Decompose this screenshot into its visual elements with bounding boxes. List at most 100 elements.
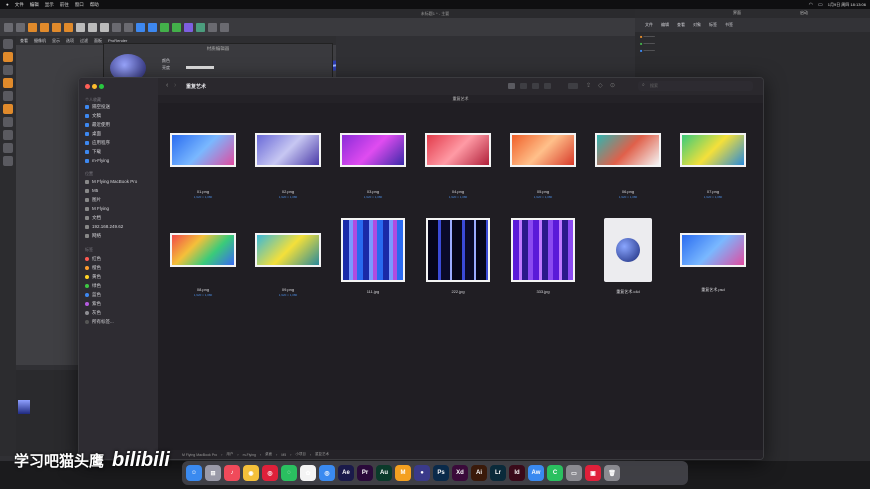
axis-icon[interactable] xyxy=(3,104,13,114)
tag-orange[interactable]: 橙色 xyxy=(85,265,101,271)
sidebar-item-desktop[interactable]: 桌面 xyxy=(85,131,101,137)
move-icon[interactable] xyxy=(40,22,49,32)
pen-icon[interactable] xyxy=(148,22,157,32)
file-item[interactable]: 02.png 1,920 × 1,080 xyxy=(253,133,323,199)
wifi-icon[interactable]: ◠ xyxy=(809,2,813,8)
obj-tab-objects[interactable]: 对象 xyxy=(693,18,701,32)
dock-aw-icon[interactable]: Aw xyxy=(528,465,544,481)
workplane-icon[interactable] xyxy=(3,130,13,140)
rotate-icon[interactable] xyxy=(64,22,73,32)
file-item[interactable]: 07.png 1,920 × 1,080 xyxy=(678,133,748,199)
viewport-menu-camera[interactable]: 摄像机 xyxy=(34,36,46,45)
select-icon[interactable] xyxy=(28,22,37,32)
dock-finder-icon[interactable]: ☺ xyxy=(186,465,202,481)
obj-tab-bookmarks[interactable]: 书签 xyxy=(725,18,733,32)
scene-icon[interactable] xyxy=(196,22,205,32)
camera-icon[interactable] xyxy=(208,22,217,32)
close-button[interactable] xyxy=(85,84,90,89)
tag-yellow[interactable]: 黄色 xyxy=(85,274,101,280)
file-item[interactable]: 01.png 1,920 × 1,080 xyxy=(168,133,238,199)
path-segment[interactable]: m-Flying xyxy=(243,453,256,457)
texture-icon[interactable] xyxy=(3,91,13,101)
tag-green[interactable]: 绿色 xyxy=(85,283,101,289)
obj-tab-file[interactable]: 文件 xyxy=(645,18,653,32)
render-view-icon[interactable] xyxy=(124,22,133,32)
dock--icon[interactable]: ▭ xyxy=(566,465,582,481)
share-icon[interactable]: ⇪ xyxy=(586,82,591,89)
path-segment[interactable]: M5 xyxy=(281,453,286,457)
object-row[interactable]: ■ ──── xyxy=(640,41,860,47)
sidebar-item-macbook[interactable]: M Flying MacBook Pro xyxy=(85,179,137,184)
apple-menu-icon[interactable]: ● xyxy=(6,2,9,7)
obj-tab-view[interactable]: 查看 xyxy=(677,18,685,32)
dock-xd-icon[interactable]: Xd xyxy=(452,465,468,481)
dock--icon[interactable]: ♪ xyxy=(224,465,240,481)
battery-icon[interactable]: ▭ xyxy=(818,2,823,8)
path-segment[interactable]: 重复艺术 xyxy=(315,452,329,457)
zoom-button[interactable] xyxy=(99,84,104,89)
menu-go[interactable]: 前往 xyxy=(60,2,69,8)
menu-edit[interactable]: 编辑 xyxy=(30,2,39,8)
dock-ae-icon[interactable]: Ae xyxy=(338,465,354,481)
file-item[interactable]: 222.jpg xyxy=(423,218,493,294)
column-view-icon[interactable] xyxy=(532,83,539,89)
x-axis-icon[interactable] xyxy=(76,22,85,32)
sidebar-item-mflying[interactable]: M Flying xyxy=(85,206,109,211)
menu-help[interactable]: 帮助 xyxy=(90,2,99,8)
dock--icon[interactable]: ◌ xyxy=(281,465,297,481)
dock--icon[interactable]: ✿ xyxy=(300,465,316,481)
sidebar-item-airdrop[interactable]: 隔空投送 xyxy=(85,104,110,110)
dock-ps-icon[interactable]: Ps xyxy=(433,465,449,481)
mode-icon[interactable] xyxy=(3,39,13,49)
dock-c-icon[interactable]: C xyxy=(547,465,563,481)
sidebar-item-recents[interactable]: 最近使用 xyxy=(85,122,110,128)
y-axis-icon[interactable] xyxy=(88,22,97,32)
dock-lr-icon[interactable]: Lr xyxy=(490,465,506,481)
sidebar-item-pictures[interactable]: 图片 xyxy=(85,197,101,203)
dock--icon[interactable]: ◎ xyxy=(262,465,278,481)
tag-all[interactable]: 所有标签... xyxy=(85,319,114,325)
subdivide-icon[interactable] xyxy=(160,22,169,32)
dock-launchpad-icon[interactable]: ⊞ xyxy=(205,465,221,481)
sidebar-item-home[interactable]: m-Flying xyxy=(85,158,109,163)
cube-icon[interactable] xyxy=(136,22,145,32)
dock-m-icon[interactable]: M xyxy=(395,465,411,481)
path-segment[interactable]: 小项目 xyxy=(295,452,306,457)
points-icon[interactable] xyxy=(3,52,13,62)
file-item[interactable]: 重复艺术.psd xyxy=(678,218,748,293)
sidebar-item-network[interactable]: 网络 xyxy=(85,233,101,239)
menu-view[interactable]: 显示 xyxy=(45,2,54,8)
tag-red[interactable]: 红色 xyxy=(85,256,101,262)
edges-icon[interactable] xyxy=(3,65,13,75)
redo-icon[interactable] xyxy=(16,22,25,32)
dock-cinema-4d-icon[interactable]: ● xyxy=(414,465,430,481)
sidebar-item-applications[interactable]: 应用程序 xyxy=(85,140,110,146)
render-icon[interactable] xyxy=(112,22,121,32)
sidebar-item-documents[interactable]: 文稿 xyxy=(85,113,101,119)
file-item[interactable]: 03.png 1,920 × 1,080 xyxy=(338,133,408,199)
object-row[interactable]: ■ ──── xyxy=(640,34,860,40)
brightness-slider[interactable] xyxy=(186,66,214,69)
light-icon[interactable] xyxy=(220,22,229,32)
menu-file[interactable]: 文件 xyxy=(15,2,24,8)
icon-view-icon[interactable] xyxy=(508,83,515,89)
search-input[interactable]: ⌕ 搜索 xyxy=(638,81,753,91)
dock-photo-booth-icon[interactable]: ▣ xyxy=(585,465,601,481)
file-item[interactable]: 06.png 1,920 × 1,080 xyxy=(593,133,663,199)
sidebar-item-m5[interactable]: M5 xyxy=(85,188,98,193)
lock-icon[interactable] xyxy=(3,143,13,153)
dock-safari-icon[interactable]: ◎ xyxy=(319,465,335,481)
object-row[interactable]: ■ ──── xyxy=(640,48,860,54)
path-segment[interactable]: 用户 xyxy=(226,452,233,457)
layout-value[interactable]: 启动 xyxy=(800,10,808,16)
dock-au-icon[interactable]: Au xyxy=(376,465,392,481)
obj-tab-tags[interactable]: 标签 xyxy=(709,18,717,32)
undo-icon[interactable] xyxy=(4,22,13,32)
path-segment[interactable]: 桌面 xyxy=(265,452,272,457)
sidebar-item-server[interactable]: 192.168.249.62 xyxy=(85,224,123,229)
back-icon[interactable]: ‹ xyxy=(166,82,168,89)
file-item[interactable]: 111.jpg xyxy=(338,218,408,294)
scale-icon[interactable] xyxy=(52,22,61,32)
viewport-menu-panel[interactable]: 面板 xyxy=(94,36,102,45)
cloner-icon[interactable] xyxy=(172,22,181,32)
